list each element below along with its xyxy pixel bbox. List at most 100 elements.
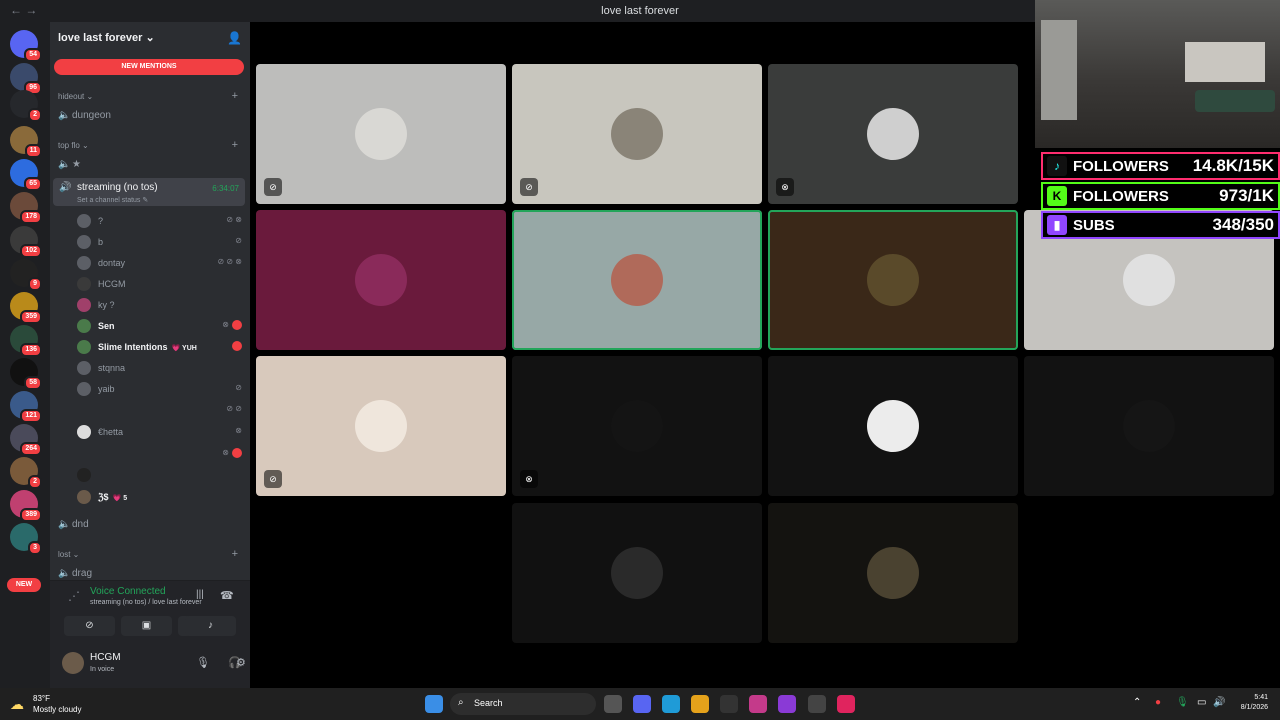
server-icon[interactable]: 11 [10,126,42,158]
server-icon[interactable]: 2 [10,90,42,122]
twitch-subs-goal: ▮ SUBS 348/350 [1041,211,1280,239]
participant-tile-speaking[interactable] [768,210,1018,350]
voice-user[interactable]: HCGM [77,276,242,292]
media-player-icon[interactable] [720,695,738,713]
voice-user[interactable]: b ⊘ [77,234,242,250]
server-icon[interactable]: 58 [10,358,42,390]
server-icon[interactable]: 359 [10,292,42,324]
taskbar: ☁ 83°F Mostly cloudy ⌕ Search ⌃ ● 🎙 ▭ 🔊 5… [0,688,1280,720]
console-icon: ⊗ [235,426,242,435]
discord-icon[interactable] [633,695,651,713]
soundboard-button[interactable]: ♪ [185,616,236,636]
participant-tile[interactable] [1024,356,1274,496]
slack-icon[interactable] [749,695,767,713]
avatar [355,400,407,452]
server-icon[interactable]: 102 [10,226,42,258]
server-icon[interactable]: 2 [10,457,42,489]
server-icon[interactable]: 3 [10,523,42,555]
edge-icon[interactable] [662,695,680,713]
participant-tile[interactable] [256,210,506,350]
participant-tile[interactable]: ⊘ [512,64,762,204]
participant-tile[interactable]: ⊘ [256,356,506,496]
category-hideout[interactable]: hideout ⌄ [58,92,93,101]
tiktok-app-icon[interactable] [837,695,855,713]
twitch-app-icon[interactable] [778,695,796,713]
participant-tile[interactable] [768,356,1018,496]
chrome-icon[interactable] [691,695,709,713]
participant-tile[interactable]: ⊘ [256,64,506,204]
server-name[interactable]: love last forever ⌄ [58,31,155,44]
server-icon[interactable]: 96 [10,63,42,95]
channel-timer: 6:34:07 [212,184,239,193]
avatar [77,256,91,270]
participant-tile-speaking[interactable] [512,210,762,350]
server-icon[interactable]: 9 [10,259,42,291]
voice-user[interactable]: €hetta ⊗ [77,424,242,440]
signal-icon[interactable]: ⋰ [68,589,80,603]
voice-user[interactable]: stqnna [77,360,242,376]
volume-icon[interactable]: 🔊 [1213,697,1225,708]
taskbar-search[interactable]: ⌕ Search [450,693,596,715]
noise-suppression-icon[interactable]: ||| [196,589,204,600]
tray-mic-icon[interactable]: 🎙 [1176,697,1189,708]
tray-app-icon[interactable]: ● [1155,697,1161,708]
channel-star[interactable]: 🔈 ★ [58,159,81,170]
channel-drag[interactable]: 🔈 drag [58,568,92,578]
cloud-icon[interactable]: ☁ [10,696,24,713]
invite-user-icon[interactable]: 👤 [227,31,242,45]
camera-off-button[interactable]: ⊘ [64,616,115,636]
voice-connection-panel: ⋰ Voice Connected streaming (no tos) / l… [50,580,250,640]
muted-icon: ⊘ [235,236,242,245]
speaker-icon: 🔊 [59,182,72,193]
voice-user[interactable] [77,467,242,483]
add-channel-icon[interactable]: + [232,90,238,102]
search-icon: ⌕ [458,697,464,708]
server-icon[interactable]: 264 [10,424,42,456]
tray-overflow-icon[interactable]: ⌃ [1133,697,1141,708]
voice-location[interactable]: streaming (no tos) / love last forever [90,599,202,606]
system-clock[interactable]: 5:41 8/1/2026 [1234,693,1268,713]
voice-user[interactable]: ⊗ [77,446,242,462]
microphone-icon[interactable]: 🎙 [196,656,210,669]
voice-user[interactable]: ⊘ ⊘ [77,402,242,418]
participant-tile[interactable] [768,503,1018,643]
participant-tile[interactable] [512,503,762,643]
channel-streaming-active[interactable]: 🔊 streaming (no tos) Set a channel statu… [53,178,245,206]
server-icon[interactable]: 121 [10,391,42,423]
muted-icon: ⊘ [520,178,538,196]
obs-icon[interactable] [808,695,826,713]
participant-tile[interactable]: ⊗ [768,64,1018,204]
server-icon[interactable]: 65 [10,159,42,191]
server-icon[interactable]: 389 [10,490,42,522]
server-icon[interactable]: 136 [10,325,42,357]
voice-user[interactable]: ? ⊘ ⊗ [77,213,242,229]
screen-share-button[interactable]: ▣ [121,616,172,636]
disconnect-icon[interactable]: ☎ [220,589,234,602]
category-top-flo[interactable]: top flo ⌄ [58,141,89,150]
add-channel-icon[interactable]: + [232,548,238,560]
add-channel-icon[interactable]: + [232,139,238,151]
channel-dungeon[interactable]: 🔈 dungeon [58,110,111,121]
voice-user[interactable]: ky ? [77,297,242,313]
voice-user[interactable]: Slime Intentions 💗 YUH [77,339,242,355]
channel-dnd[interactable]: 🔈 dnd [58,519,89,530]
twitch-icon: ▮ [1047,215,1067,235]
voice-user[interactable]: dontay ⊘ ⊘ ⊗ [77,255,242,271]
voice-user[interactable]: yaib ⊘ [77,381,242,397]
wifi-icon[interactable]: ▭ [1197,697,1206,708]
avatar[interactable] [62,652,84,674]
settings-gear-icon[interactable]: ⚙ [236,656,246,669]
voice-status[interactable]: Voice Connected [90,586,166,597]
new-mentions-button[interactable]: NEW MENTIONS [54,59,244,75]
participant-tile[interactable]: ⊗ [512,356,762,496]
task-view-icon[interactable] [604,695,622,713]
windows-start-icon[interactable] [425,695,443,713]
discord-home-icon[interactable]: 54 [10,30,42,62]
new-servers-pill[interactable]: NEW [7,578,41,592]
voice-user[interactable]: ℨ$ 💗 5 [77,489,242,505]
weather-widget[interactable]: 83°F Mostly cloudy [33,693,81,715]
category-lost[interactable]: lost ⌄ [58,550,79,559]
server-icon[interactable]: 178 [10,192,42,224]
chevron-down-icon: ⌄ [145,32,155,44]
voice-user[interactable]: Sen ⊗ [77,318,242,334]
